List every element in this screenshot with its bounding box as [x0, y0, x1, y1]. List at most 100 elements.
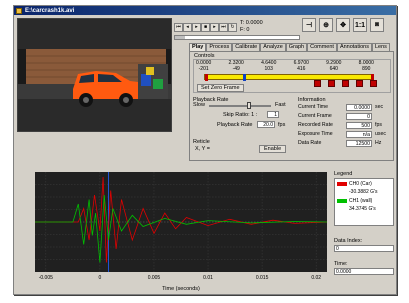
slider-knob[interactable]	[247, 102, 251, 109]
time-field: Time: 0.0000	[334, 261, 394, 275]
info-row: Current Time 0.0000 sec	[298, 104, 384, 111]
information-label: Information	[298, 97, 326, 103]
crash-test-image	[18, 19, 171, 131]
info-row: Exposure Time n/a usec	[298, 131, 386, 138]
marker-btn-5[interactable]	[370, 80, 377, 87]
stop-button[interactable]: ■	[201, 22, 210, 32]
title-bar: E:\carcrash1k.avi	[14, 6, 396, 15]
step-forward-button[interactable]: ▸	[210, 22, 219, 32]
skip-start-icon: ⏮	[176, 23, 181, 30]
legend-title: Legend	[334, 171, 353, 177]
legend-box: CH0 (Car) -30.3882 G's CH1 (wall) 34.374…	[334, 178, 394, 226]
move-button[interactable]: ✥	[336, 18, 350, 32]
tab-lens[interactable]: Lens	[372, 43, 390, 51]
play-icon: ▸	[195, 23, 198, 30]
scale-tick: 6.9700 416	[293, 60, 309, 72]
signal-chart[interactable]: -0.005 0 0.005 0.01 0.015 0.02 Time (seconds)	[17, 166, 331, 293]
tab-process[interactable]: Process	[206, 43, 233, 51]
scale-tick: 2.3200 -49	[228, 60, 244, 72]
play-panel: Controls 0.0000 -201 2.3200 -49 4.6400 103 …	[189, 51, 394, 161]
video-frame[interactable]	[17, 18, 172, 132]
transport-toolbar: ⏮ ◂ ▸ ■ ▸ ⏭ ↻ T: 0.0000 F: 0	[174, 18, 263, 36]
tab-annotations[interactable]: Annotations	[336, 43, 372, 51]
marker-btn-1[interactable]	[314, 80, 321, 87]
playback-rate-unit: fps	[278, 122, 286, 128]
frame-value: F: 0	[240, 27, 250, 33]
slow-label: Slow	[193, 102, 205, 108]
time-value: T: 0.0000	[240, 20, 263, 26]
current-marker[interactable]	[243, 74, 246, 81]
data-index-input[interactable]: 0	[334, 245, 394, 252]
legend-item-ch0[interactable]: CH0 (Car)	[337, 181, 372, 187]
legend-value-ch0: -30.3882 G's	[349, 189, 378, 195]
start-marker[interactable]	[205, 74, 208, 81]
scrollbar-thumb[interactable]	[175, 36, 185, 39]
loop-icon: ↻	[230, 23, 235, 30]
marker-btn-4[interactable]	[356, 80, 363, 87]
x-tick-label: 0.01	[203, 275, 213, 281]
legend-panel: Legend CH0 (Car) -30.3882 G's CH1 (wall)…	[334, 171, 394, 226]
x-axis-label: Time (seconds)	[162, 286, 200, 292]
tab-comment[interactable]: Comment	[307, 43, 337, 51]
step-back-button[interactable]: ◂	[183, 22, 192, 32]
tab-calibrate[interactable]: Calibrate	[232, 43, 261, 51]
set-zero-frame-button[interactable]: Set Zero Frame	[197, 84, 244, 92]
info-row: Current Frame 0	[298, 113, 372, 120]
data-index-label: Data Index:	[334, 238, 363, 244]
chart-svg: -0.005 0 0.005 0.01 0.015 0.02 Time (seconds)	[35, 172, 328, 292]
play-button[interactable]: ▸	[192, 22, 201, 32]
legend-swatch	[337, 181, 347, 186]
step-forward-icon: ▸	[213, 23, 216, 30]
fit-icon: ⧈	[374, 21, 380, 28]
controls-scale: 0.0000 -201 2.3200 -49 4.6400 103 6.9700 416…	[196, 60, 374, 72]
marker-btn-2[interactable]	[328, 80, 335, 87]
playback-group: Playback Rate Slow Fast Skip Ratio: 1 : …	[193, 97, 293, 141]
fast-label: Fast	[275, 102, 286, 108]
reticle-enable-button[interactable]: Enable	[259, 145, 287, 153]
reticle-label: Reticle	[193, 139, 210, 145]
skip-ratio-label: Skip Ratio: 1 :	[223, 112, 258, 118]
app-window: E:\carcrash1k.avi ⏮ ◂ ▸ ■ ▸ ⏭ ↻ T: 0.000…	[13, 5, 397, 295]
playback-rate-field-label: Playback Rate	[217, 122, 253, 128]
tab-graph[interactable]: Graph	[285, 43, 308, 51]
skip-end-button[interactable]: ⏭	[219, 22, 228, 32]
controls-group: 0.0000 -201 2.3200 -49 4.6400 103 6.9700 416…	[193, 59, 391, 93]
time-field-label: Time:	[334, 261, 348, 267]
time-field-input[interactable]: 0.0000	[334, 268, 394, 275]
x-tick-label: 0.02	[311, 275, 321, 281]
marker-btn-3[interactable]	[342, 80, 349, 87]
skip-ratio-input[interactable]: 1	[267, 111, 279, 118]
tab-play[interactable]: Play	[189, 43, 207, 51]
app-icon	[16, 7, 22, 14]
marker-button[interactable]: ⊣	[302, 18, 316, 32]
frame-scrollbar[interactable]	[174, 35, 300, 40]
x-tick-label: 0	[98, 275, 101, 281]
x-tick-label: 0.005	[148, 275, 161, 281]
zoom-button[interactable]: 1:1	[353, 18, 367, 32]
data-index-field: Data Index: 0	[334, 238, 394, 252]
playback-rate-input[interactable]: 20.0	[257, 121, 275, 128]
window-title: E:\carcrash1k.avi	[25, 7, 75, 14]
target-button[interactable]: ⊕	[319, 18, 333, 32]
legend-item-ch1[interactable]: CH1 (wall)	[337, 198, 372, 204]
scale-tick: 9.2900 640	[326, 60, 342, 72]
scale-tick: 0.0000 -201	[196, 60, 212, 72]
scale-tick: 8.0000 890	[358, 60, 374, 72]
info-row: Data Rate 12500 Hz	[298, 140, 382, 147]
tab-analyze[interactable]: Analyze	[260, 43, 286, 51]
info-row: Recorded Rate 500 fps	[298, 122, 382, 129]
legend-value-ch1: 34.3745 G's	[349, 206, 376, 212]
scale-tick: 4.6400 103	[261, 60, 277, 72]
move-icon: ✥	[340, 22, 346, 29]
step-back-icon: ◂	[186, 23, 189, 30]
legend-swatch	[337, 198, 347, 203]
playback-slider[interactable]	[209, 102, 271, 109]
skip-start-button[interactable]: ⏮	[174, 22, 183, 32]
skip-end-icon: ⏭	[221, 23, 226, 30]
tab-strip: Play Process Calibrate Analyze Graph Com…	[189, 43, 390, 51]
stop-icon: ■	[203, 23, 208, 30]
crosshair-icon: ⊕	[323, 22, 329, 29]
marker-icon: ⊣	[305, 22, 313, 29]
fit-button[interactable]: ⧈	[370, 18, 384, 32]
loop-button[interactable]: ↻	[228, 22, 237, 32]
